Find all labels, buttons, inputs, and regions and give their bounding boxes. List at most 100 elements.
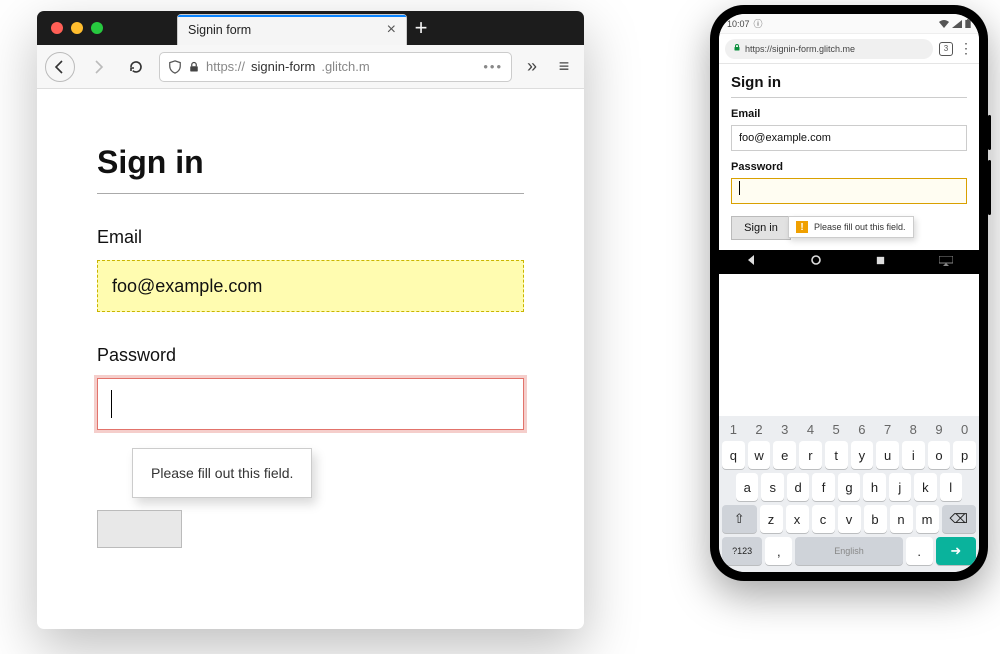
reload-button[interactable] bbox=[121, 52, 151, 82]
email-field[interactable] bbox=[731, 125, 967, 151]
status-time: 10:07 bbox=[727, 19, 750, 29]
letter-key-r[interactable]: r bbox=[799, 441, 822, 469]
digit-key-9[interactable]: 9 bbox=[928, 421, 951, 437]
password-field[interactable] bbox=[731, 178, 967, 204]
letter-key-e[interactable]: e bbox=[773, 441, 796, 469]
tracking-shield-icon bbox=[168, 60, 182, 74]
overflow-toolbar-button[interactable]: » bbox=[520, 56, 544, 77]
wifi-icon bbox=[939, 20, 949, 28]
forward-button[interactable] bbox=[83, 52, 113, 82]
letter-key-c[interactable]: c bbox=[812, 505, 835, 533]
letter-key-b[interactable]: b bbox=[864, 505, 887, 533]
password-field[interactable] bbox=[97, 378, 524, 430]
nav-back-icon[interactable] bbox=[745, 253, 757, 271]
letter-key-z[interactable]: z bbox=[760, 505, 783, 533]
digit-key-1[interactable]: 1 bbox=[722, 421, 745, 437]
url-scheme: https:// bbox=[206, 59, 245, 74]
validation-tooltip: ! Please fill out this field. bbox=[788, 216, 914, 238]
letter-key-q[interactable]: q bbox=[722, 441, 745, 469]
minimize-window-icon[interactable] bbox=[71, 22, 83, 34]
comma-key[interactable]: , bbox=[765, 537, 792, 565]
close-tab-icon[interactable]: × bbox=[387, 22, 396, 38]
password-label: Password bbox=[97, 345, 524, 366]
android-status-bar: 10:07 ⓘ bbox=[719, 14, 979, 34]
letter-key-m[interactable]: m bbox=[916, 505, 939, 533]
password-label: Password bbox=[731, 161, 967, 173]
digit-key-5[interactable]: 5 bbox=[825, 421, 848, 437]
letter-key-t[interactable]: t bbox=[825, 441, 848, 469]
url-path: .glitch.m bbox=[321, 59, 369, 74]
digit-key-4[interactable]: 4 bbox=[799, 421, 822, 437]
period-key[interactable]: . bbox=[906, 537, 933, 565]
battery-icon bbox=[965, 19, 971, 28]
lock-icon bbox=[188, 61, 200, 73]
address-bar[interactable]: https:// signin-form .glitch.m ••• bbox=[159, 52, 512, 82]
tab-switcher-button[interactable]: 3 bbox=[939, 42, 953, 56]
warning-icon: ! bbox=[796, 221, 808, 233]
page-heading: Sign in bbox=[97, 144, 524, 194]
url-host: signin-form bbox=[251, 59, 315, 74]
signin-button-obscured[interactable] bbox=[97, 510, 182, 548]
letter-key-k[interactable]: k bbox=[914, 473, 936, 501]
android-keyboard: 1234567890 qwertyuiop asdfghjkl ⇧ zxcvbn… bbox=[719, 416, 979, 572]
email-label: Email bbox=[731, 108, 967, 120]
go-key[interactable]: ➜ bbox=[936, 537, 976, 565]
signin-button[interactable]: Sign in bbox=[731, 216, 791, 240]
zoom-window-icon[interactable] bbox=[91, 22, 103, 34]
digit-key-3[interactable]: 3 bbox=[773, 421, 796, 437]
digit-key-8[interactable]: 8 bbox=[902, 421, 925, 437]
text-caret-icon bbox=[739, 181, 740, 195]
letter-key-v[interactable]: v bbox=[838, 505, 861, 533]
digit-key-0[interactable]: 0 bbox=[953, 421, 976, 437]
digit-key-6[interactable]: 6 bbox=[851, 421, 874, 437]
backspace-key[interactable]: ⌫ bbox=[942, 505, 977, 533]
kebab-menu-icon[interactable]: ⋮ bbox=[959, 46, 973, 52]
email-label: Email bbox=[97, 227, 524, 248]
letter-key-w[interactable]: w bbox=[748, 441, 771, 469]
digit-key-2[interactable]: 2 bbox=[748, 421, 771, 437]
macos-traffic-lights bbox=[37, 11, 177, 45]
letter-key-n[interactable]: n bbox=[890, 505, 913, 533]
status-notification-icon: ⓘ bbox=[754, 17, 763, 30]
nav-keyboard-icon[interactable] bbox=[939, 253, 953, 271]
tab-title: Signin form bbox=[188, 23, 387, 37]
letter-key-u[interactable]: u bbox=[876, 441, 899, 469]
close-window-icon[interactable] bbox=[51, 22, 63, 34]
letter-key-d[interactable]: d bbox=[787, 473, 809, 501]
status-right-cluster bbox=[939, 19, 971, 28]
back-button[interactable] bbox=[45, 52, 75, 82]
android-nav-bar bbox=[719, 250, 979, 274]
letter-key-g[interactable]: g bbox=[838, 473, 860, 501]
digit-key-7[interactable]: 7 bbox=[876, 421, 899, 437]
letter-key-s[interactable]: s bbox=[761, 473, 783, 501]
letter-key-i[interactable]: i bbox=[902, 441, 925, 469]
page-content: Sign in Email Password Please fill out t… bbox=[37, 89, 584, 485]
nav-home-icon[interactable] bbox=[810, 253, 822, 271]
mobile-address-bar[interactable]: https://signin-form.glitch.me bbox=[725, 39, 933, 59]
browser-tab[interactable]: Signin form × bbox=[177, 14, 407, 45]
arrow-left-icon bbox=[52, 59, 68, 75]
nav-recents-icon[interactable] bbox=[875, 253, 886, 271]
letter-key-y[interactable]: y bbox=[851, 441, 874, 469]
space-key[interactable]: English bbox=[795, 537, 903, 565]
letter-key-l[interactable]: l bbox=[940, 473, 962, 501]
symbols-key[interactable]: ?123 bbox=[722, 537, 762, 565]
text-caret-icon bbox=[111, 390, 112, 418]
password-field-wrap: Please fill out this field. bbox=[97, 378, 524, 430]
hamburger-menu-button[interactable]: ≡ bbox=[552, 56, 576, 77]
new-tab-button[interactable]: + bbox=[407, 11, 435, 45]
shift-key[interactable]: ⇧ bbox=[722, 505, 757, 533]
letter-key-j[interactable]: j bbox=[889, 473, 911, 501]
email-field[interactable] bbox=[97, 260, 524, 312]
letter-key-x[interactable]: x bbox=[786, 505, 809, 533]
phone-frame: 10:07 ⓘ https://signin-form.glitch.me 3 … bbox=[710, 5, 988, 581]
mobile-url-bar: https://signin-form.glitch.me 3 ⋮ bbox=[719, 34, 979, 64]
letter-key-o[interactable]: o bbox=[928, 441, 951, 469]
letter-key-f[interactable]: f bbox=[812, 473, 834, 501]
letter-key-p[interactable]: p bbox=[953, 441, 976, 469]
page-actions-icon[interactable]: ••• bbox=[483, 59, 503, 74]
page-heading: Sign in bbox=[731, 74, 967, 98]
lock-icon bbox=[733, 43, 741, 55]
letter-key-h[interactable]: h bbox=[863, 473, 885, 501]
letter-key-a[interactable]: a bbox=[736, 473, 758, 501]
